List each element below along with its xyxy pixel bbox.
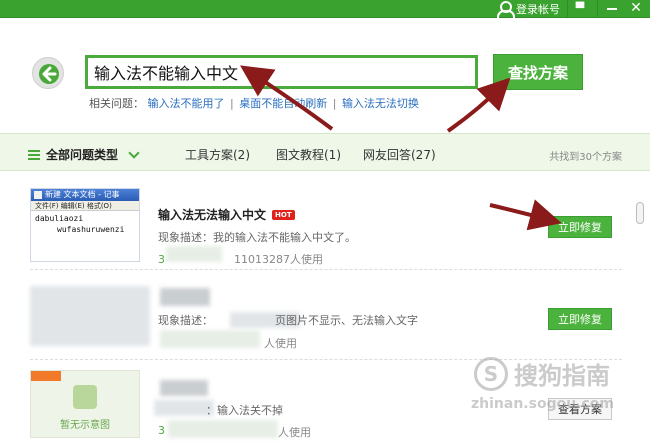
thumb-tag	[31, 371, 61, 381]
redacted-area	[154, 400, 214, 416]
meta-prefix: 3	[158, 424, 165, 437]
related-separator: |	[230, 97, 234, 110]
result-title-row: 输入法无法输入中文 HOT	[158, 206, 295, 223]
redacted-title	[160, 380, 208, 396]
redacted-area	[168, 420, 278, 438]
thumb-text-line: wufashuruwenzi	[57, 225, 125, 234]
redacted-area	[160, 330, 260, 348]
search-input[interactable]	[88, 58, 475, 86]
search-area: 查找方案 相关问题： 输入法不能用了 | 桌面不能自动刷新 | 输入法无法切换	[0, 19, 650, 131]
minimize-icon[interactable]	[604, 2, 620, 16]
result-count: 共找到30个方案	[549, 152, 622, 163]
thumb-window-menu: 文件(F) 编辑(E) 格式(O)	[31, 201, 139, 211]
related-separator: |	[332, 97, 337, 110]
related-link[interactable]: 输入法不能用了	[148, 97, 225, 110]
fix-now-button[interactable]: 立即修复	[548, 216, 612, 238]
divider	[567, 0, 568, 18]
watermark-logo-icon: S	[474, 356, 508, 391]
divider	[597, 0, 598, 18]
filter-tab-bar: 全部问题类型 工具方案(2) 图文教程(1) 网友回答(27) 共找到30个方案	[0, 133, 650, 171]
result-thumbnail: 暂无示意图	[30, 370, 140, 438]
title-bar: 登录帐号 ▀ ✕	[0, 0, 650, 19]
usage-count: 11013287人使用	[234, 253, 323, 266]
watermark: S 搜狗指南	[474, 356, 610, 391]
redacted-title	[160, 288, 210, 306]
back-arrow-icon	[39, 64, 59, 84]
result-thumbnail: 新建 文本文档 - 记事 文件(F) 编辑(E) 格式(O) dabuliaoz…	[30, 188, 140, 262]
description-prefix: 现象描述：	[158, 314, 213, 327]
related-questions: 相关问题： 输入法不能用了 | 桌面不能自动刷新 | 输入法无法切换	[89, 95, 419, 111]
login-label: 登录帐号	[516, 3, 560, 16]
list-icon	[28, 149, 40, 160]
watermark-url: zhinan.sogou.com	[471, 396, 614, 412]
thumb-placeholder-icon	[73, 385, 97, 409]
result-description: ：输入法关不掉	[206, 404, 283, 417]
menu-icon[interactable]: ▀	[572, 2, 588, 16]
description-text: 页图片不显示、无法输入文字	[275, 314, 418, 327]
thumb-text-line: dabuliaozi	[35, 214, 84, 223]
tab-tool-solutions[interactable]: 工具方案(2)	[185, 146, 250, 163]
thumb-window-title: 新建 文本文档 - 记事	[31, 189, 139, 201]
related-link[interactable]: 桌面不能自动刷新	[239, 97, 327, 110]
redacted-area	[166, 246, 222, 262]
watermark-text: 搜狗指南	[514, 362, 610, 390]
related-link[interactable]: 输入法无法切换	[342, 97, 419, 110]
result-title[interactable]: 输入法无法输入中文	[158, 206, 266, 223]
result-description: 现象描述：我的输入法不能输入中文了。	[158, 231, 356, 244]
scrollbar[interactable]	[636, 196, 644, 426]
search-button[interactable]: 查找方案	[493, 54, 583, 90]
back-button[interactable]	[32, 57, 64, 89]
fix-now-button[interactable]: 立即修复	[548, 308, 612, 330]
result-meta: 人使用	[264, 337, 297, 350]
scrollbar-thumb[interactable]	[636, 202, 644, 224]
login-account[interactable]: 登录帐号	[497, 0, 560, 19]
tab-tutorials[interactable]: 图文教程(1)	[276, 146, 341, 163]
usage-suffix: 人使用	[278, 426, 311, 439]
thumb-window-body: dabuliaozi wufashuruwenzi	[31, 211, 139, 237]
result-description: 现象描述： 页图片不显示、无法输入文字	[158, 312, 418, 328]
result-meta: 3	[158, 424, 165, 437]
list-item: 新建 文本文档 - 记事 文件(F) 编辑(E) 格式(O) dabuliaoz…	[30, 182, 622, 270]
meta-prefix: 3	[158, 253, 165, 266]
tab-user-answers[interactable]: 网友回答(27)	[363, 146, 436, 163]
list-item: 现象描述： 页图片不显示、无法输入文字 人使用 立即修复	[30, 272, 622, 360]
category-dropdown[interactable]: 全部问题类型	[28, 146, 140, 163]
chevron-down-icon	[128, 146, 140, 159]
related-label: 相关问题：	[89, 97, 144, 110]
hot-badge: HOT	[272, 209, 295, 220]
redacted-thumbnail	[30, 286, 150, 346]
no-image-caption: 暂无示意图	[60, 420, 110, 431]
search-box[interactable]	[85, 55, 478, 89]
close-icon[interactable]: ✕	[628, 0, 644, 16]
category-label: 全部问题类型	[46, 148, 119, 162]
user-icon	[497, 1, 515, 19]
